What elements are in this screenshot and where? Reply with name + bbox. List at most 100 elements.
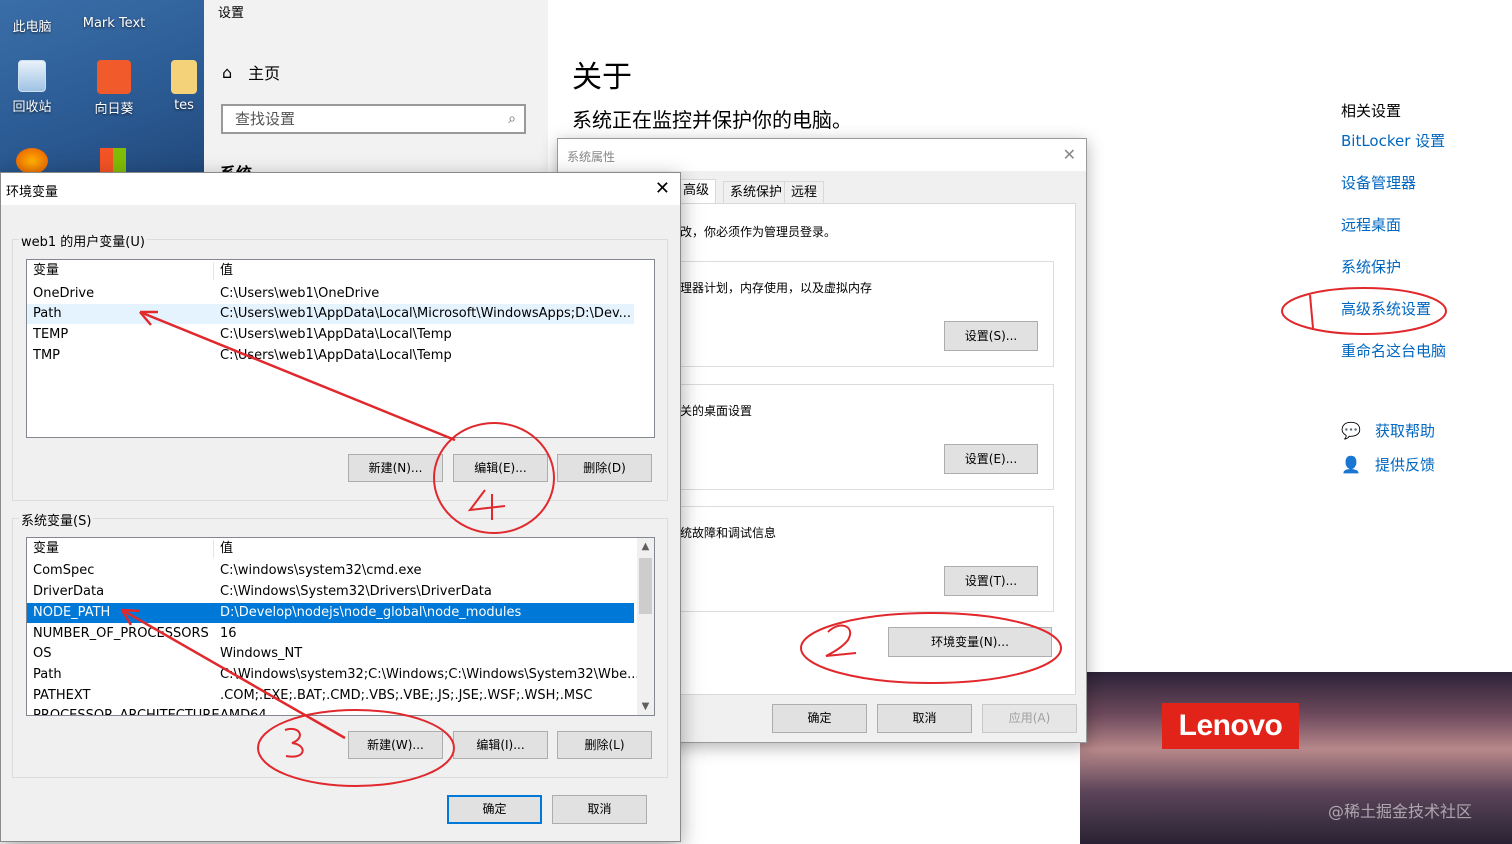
folder-icon [171,60,197,94]
get-help-link[interactable]: 💬 获取帮助 [1341,413,1435,447]
column-header-variable[interactable]: 变量 [33,538,59,560]
column-header-value[interactable]: 值 [220,260,233,282]
list-item[interactable]: Path C:\Windows\system32;C:\Windows;C:\W… [27,665,640,685]
user-delete-button[interactable]: 删除(D) [557,454,652,482]
user-edit-button[interactable]: 编辑(E)... [453,454,548,482]
variable-name: TEMP [33,327,69,342]
list-item[interactable]: DriverData C:\Windows\System32\Drivers\D… [27,582,634,602]
list-item[interactable]: OneDrive C:\Users\web1\OneDrive [27,284,634,304]
variable-name: Path [33,667,62,682]
related-settings-title: 相关设置 [1341,102,1402,120]
variable-value: Windows_NT [220,646,303,661]
ok-button[interactable]: 确定 [447,795,542,824]
system-protection-link[interactable]: 系统保护 [1341,257,1512,299]
performance-desc: 理器计划，内存使用，以及虚拟内存 [680,281,873,295]
settings-home-link[interactable]: ⌂ 主页 [222,60,280,84]
startup-recovery-desc: 统故障和调试信息 [680,526,777,540]
variable-name: NUMBER_OF_PROCESSORS [33,626,209,641]
desktop-icon-label: 回收站 [12,100,52,115]
dialog-title: 环境变量 [6,185,59,200]
app-icon[interactable] [16,148,48,174]
mark-text-desktop-icon[interactable]: Mark Text [74,0,154,31]
tab-advanced[interactable]: 高级 [676,179,717,204]
help-links: 💬 获取帮助 👤 提供反馈 [1341,413,1435,481]
system-delete-button[interactable]: 删除(L) [557,731,652,759]
system-variables-list[interactable]: 变量 值 ComSpec C:\windows\system32\cmd.exe… [26,537,655,716]
startup-recovery-settings-button[interactable]: 设置(T)... [944,566,1038,596]
ok-button[interactable]: 确定 [772,704,867,733]
search-icon[interactable]: ⌕ [508,111,516,127]
close-icon[interactable]: ✕ [1063,145,1076,164]
cancel-button[interactable]: 取消 [552,795,647,824]
user-profiles-desc: 关的桌面设置 [680,404,753,418]
scrollbar-thumb[interactable] [639,558,652,614]
settings-nav-pane: 设置 ⌂ 主页 ⌕ 系统 [204,0,548,183]
feedback-label: 提供反馈 [1375,455,1436,474]
variable-name: Path [33,306,62,321]
feedback-person-icon: 👤 [1341,454,1361,474]
list-item[interactable]: Path C:\Users\web1\AppData\Local\Microso… [27,304,634,324]
performance-settings-button[interactable]: 设置(S)... [944,321,1038,351]
scrollbar[interactable]: ▲ ▼ [637,538,654,715]
advanced-system-settings-link[interactable]: 高级系统设置 [1341,299,1512,341]
chevron-up-icon[interactable]: ▲ [637,538,654,555]
list-item-selected[interactable]: NODE_PATH D:\Develop\nodejs\node_global\… [27,603,634,623]
user-new-button[interactable]: 新建(N)... [348,454,443,482]
settings-search-box[interactable]: ⌕ [221,104,526,134]
list-item[interactable]: PROCESSOR_ARCHITECTURE AMD64 [27,706,634,716]
lenovo-logo: Lenovo [1162,703,1299,749]
list-item[interactable]: PATHEXT .COM;.EXE;.BAT;.CMD;.VBS;.VBE;.J… [27,686,634,706]
recycle-bin-icon [18,60,46,92]
list-item[interactable]: TMP C:\Users\web1\AppData\Local\Temp [27,346,634,366]
rename-pc-link[interactable]: 重命名这台电脑 [1341,341,1512,383]
environment-variables-button[interactable]: 环境变量(N)... [888,627,1052,657]
apply-button[interactable]: 应用(A) [982,704,1077,733]
app-icon[interactable] [100,148,126,174]
environment-variables-dialog: 环境变量 ✕ web1 的用户变量(U) 变量 值 OneDrive C:\Us… [0,172,681,842]
user-variables-label: web1 的用户变量(U) [19,231,147,250]
device-manager-link[interactable]: 设备管理器 [1341,173,1512,215]
user-variables-list[interactable]: 变量 值 OneDrive C:\Users\web1\OneDrive Pat… [26,259,655,438]
settings-search-input[interactable] [223,106,495,132]
list-item[interactable]: TEMP C:\Users\web1\AppData\Local\Temp [27,325,634,345]
feedback-link[interactable]: 👤 提供反馈 [1341,447,1435,481]
sunlogin-desktop-icon[interactable]: 向日葵 [74,60,154,117]
column-header-value[interactable]: 值 [220,538,233,560]
desktop-icon-label: 此电脑 [12,20,52,35]
list-item[interactable]: ComSpec C:\windows\system32\cmd.exe [27,561,634,581]
list-item[interactable]: NUMBER_OF_PROCESSORS 16 [27,624,634,644]
variable-value: .COM;.EXE;.BAT;.CMD;.VBS;.VBE;.JS;.JSE;.… [220,688,593,703]
sunlogin-icon [97,60,131,94]
variable-name: PROCESSOR_ARCHITECTURE [33,708,220,716]
related-settings: 相关设置 BitLocker 设置 设备管理器 远程桌面 系统保护 高级系统设置… [1341,100,1512,383]
close-icon[interactable]: ✕ [655,178,670,199]
system-edit-button[interactable]: 编辑(I)... [453,731,548,759]
get-help-label: 获取帮助 [1375,421,1436,440]
system-variables-label: 系统变量(S) [19,510,94,529]
variable-name: ComSpec [33,563,95,578]
desktop-icon-label: tes [174,98,194,113]
variable-value: C:\windows\system32\cmd.exe [220,563,422,578]
watermark: @稀土掘金技术社区 [1328,802,1473,821]
user-profiles-settings-button[interactable]: 设置(E)... [944,444,1038,474]
remote-desktop-link[interactable]: 远程桌面 [1341,215,1512,257]
system-new-button[interactable]: 新建(W)... [348,731,443,759]
variable-name: PATHEXT [33,688,91,703]
protection-status-text: 系统正在监控并保护你的电脑。 [572,108,852,132]
variable-value: C:\Windows\system32;C:\Windows;C:\Window… [220,667,640,682]
tab-system-protection[interactable]: 系统保护 [723,181,790,204]
variable-value: 16 [220,626,237,641]
column-header-variable[interactable]: 变量 [33,260,59,282]
cancel-button[interactable]: 取消 [877,704,972,733]
desktop-icon-label: Mark Text [82,16,146,31]
bitlocker-settings-link[interactable]: BitLocker 设置 [1341,131,1512,173]
home-label: 主页 [248,64,281,83]
desktop: 此电脑 Mark Text 回收站 向日葵 tes [0,0,204,175]
variable-value: C:\Users\web1\AppData\Local\Temp [220,348,452,363]
chevron-down-icon[interactable]: ▼ [637,698,654,715]
tab-remote[interactable]: 远程 [784,181,825,204]
this-pc-desktop-icon[interactable]: 此电脑 [0,0,72,35]
variable-value: C:\Users\web1\AppData\Local\Microsoft\Wi… [220,306,632,321]
recycle-bin-desktop-icon[interactable]: 回收站 [0,60,72,115]
list-item[interactable]: OS Windows_NT [27,644,634,664]
